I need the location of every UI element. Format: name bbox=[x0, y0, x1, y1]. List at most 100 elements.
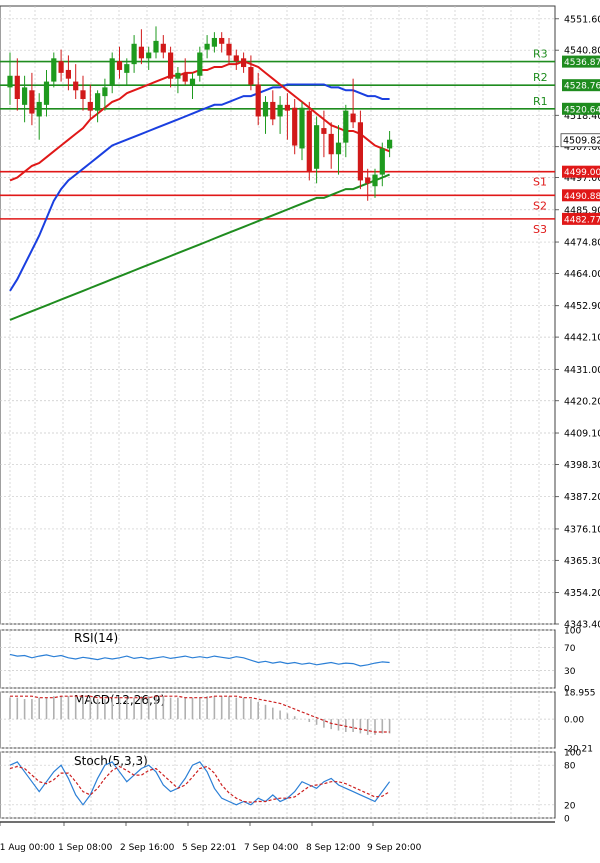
candle-body bbox=[321, 128, 327, 134]
candle-body bbox=[182, 72, 188, 82]
price-tick-label: 4551.60 bbox=[564, 14, 600, 25]
candle-body bbox=[314, 125, 320, 169]
time-tick-label: 7 Sep 04:00 bbox=[244, 843, 299, 853]
level-name-r1: R1 bbox=[533, 95, 548, 108]
candle-body bbox=[189, 78, 196, 85]
level-price-label: 4499.00 bbox=[564, 168, 600, 178]
candle-body bbox=[102, 87, 108, 97]
price-tick-label: 4431.00 bbox=[564, 365, 600, 376]
stoch-tick-label: 100 bbox=[564, 749, 581, 759]
price-tick-label: 4376.10 bbox=[564, 524, 600, 535]
candle-body bbox=[292, 107, 298, 146]
candle-body bbox=[116, 61, 123, 70]
candle-body bbox=[284, 104, 290, 111]
rsi-tick-label: 30 bbox=[564, 667, 576, 677]
price-tick-label: 4354.20 bbox=[564, 588, 600, 599]
price-tick-label: 4409.10 bbox=[564, 429, 600, 440]
stoch-title: Stoch(5,3,3) bbox=[74, 754, 148, 768]
candle-body bbox=[138, 46, 144, 59]
stoch-tick-label: 20 bbox=[564, 801, 576, 811]
candle-body bbox=[372, 174, 378, 187]
candle-body bbox=[197, 52, 203, 76]
price-tick-label: 4442.10 bbox=[564, 333, 600, 344]
candle-body bbox=[248, 67, 254, 85]
candle-body bbox=[131, 43, 137, 65]
candle-body bbox=[233, 55, 239, 62]
price-tick-label: 4420.20 bbox=[564, 396, 600, 407]
candle-body bbox=[226, 43, 232, 56]
chart-stage: 4551.60 4540.80 4518.40 4507.60 4497.00 4485.… bbox=[0, 0, 600, 859]
candle-body bbox=[7, 75, 13, 88]
chart-svg: 4551.604540.804518.404507.604497.004485.… bbox=[0, 0, 600, 859]
candle-body bbox=[73, 81, 79, 91]
last-price-label: 4509.82 bbox=[563, 136, 600, 147]
price-tick-label: 4365.30 bbox=[564, 556, 600, 567]
candle-body bbox=[65, 69, 71, 79]
price-tick-label: 4464.00 bbox=[564, 269, 600, 280]
candle-body bbox=[277, 104, 283, 117]
candle-body bbox=[204, 43, 210, 50]
candle-body bbox=[335, 142, 342, 155]
level-name-r3: R3 bbox=[533, 48, 548, 61]
price-tick-label: 4387.20 bbox=[564, 492, 600, 503]
level-name-r2: R2 bbox=[533, 71, 548, 84]
candle-body bbox=[255, 84, 261, 117]
candle-body bbox=[29, 90, 35, 114]
candle-body bbox=[36, 101, 42, 117]
candle-body bbox=[51, 58, 57, 82]
candle-body bbox=[387, 139, 393, 149]
candle-body bbox=[219, 37, 225, 44]
candle-body bbox=[175, 72, 181, 79]
level-name-s2: S2 bbox=[533, 199, 547, 212]
level-price-label: 4520.64 bbox=[564, 105, 600, 115]
candle-body bbox=[109, 58, 115, 85]
level-name-s1: S1 bbox=[533, 176, 547, 189]
level-price-label: 4536.87 bbox=[564, 58, 600, 68]
time-tick-label: 9 Sep 20:00 bbox=[367, 843, 422, 853]
candle bbox=[306, 101, 312, 181]
candle-body bbox=[14, 75, 20, 100]
level-price-label: 4482.77 bbox=[564, 215, 600, 225]
candle-body bbox=[160, 43, 166, 53]
candle-body bbox=[80, 90, 86, 100]
candle-body bbox=[153, 40, 159, 53]
stoch-tick-label: 80 bbox=[564, 762, 576, 772]
candle-body bbox=[124, 64, 130, 73]
macd-tick-label: 18.955 bbox=[564, 689, 596, 699]
time-tick-label: 5 Sep 22:01 bbox=[182, 843, 236, 853]
time-tick-label: 2 Sep 16:00 bbox=[120, 843, 175, 853]
level-price-label: 4490.88 bbox=[564, 192, 600, 202]
rsi-title: RSI(14) bbox=[74, 631, 118, 645]
price-tick-label: 4452.90 bbox=[564, 301, 600, 312]
candle-body bbox=[343, 110, 349, 143]
candle-body bbox=[365, 177, 371, 184]
candle-body bbox=[350, 113, 356, 123]
time-tick-label: 8 Sep 12:00 bbox=[306, 843, 361, 853]
candle-body bbox=[43, 81, 50, 105]
price-tick-label: 4474.80 bbox=[564, 238, 600, 249]
candle-body bbox=[211, 37, 217, 47]
candle-body bbox=[306, 110, 312, 172]
price-tick-label: 4540.80 bbox=[564, 46, 600, 57]
price-tick-label: 4398.30 bbox=[564, 460, 600, 471]
time-tick-label: 1 Sep 08:00 bbox=[58, 843, 113, 853]
rsi-tick-label: 70 bbox=[564, 644, 576, 654]
candle-body bbox=[241, 58, 247, 68]
last-price-tag: 4509.82 bbox=[560, 133, 600, 148]
candle-body bbox=[299, 107, 305, 149]
candle-body bbox=[328, 133, 334, 155]
macd-tick-label: 0.00 bbox=[564, 716, 584, 726]
candle-body bbox=[168, 52, 174, 79]
level-price-label: 4528.76 bbox=[564, 82, 600, 92]
candle-body bbox=[379, 148, 385, 175]
candle-body bbox=[95, 93, 101, 111]
candle-body bbox=[146, 52, 152, 59]
candle-body bbox=[262, 101, 269, 117]
time-tick-label: 31 Aug 00:00 bbox=[0, 843, 55, 853]
candle-body bbox=[58, 61, 64, 73]
candle-body bbox=[22, 87, 28, 105]
candle-body bbox=[357, 122, 363, 181]
rsi-tick-label: 100 bbox=[564, 627, 581, 637]
candle-body bbox=[270, 101, 276, 120]
candle-body bbox=[87, 101, 93, 111]
